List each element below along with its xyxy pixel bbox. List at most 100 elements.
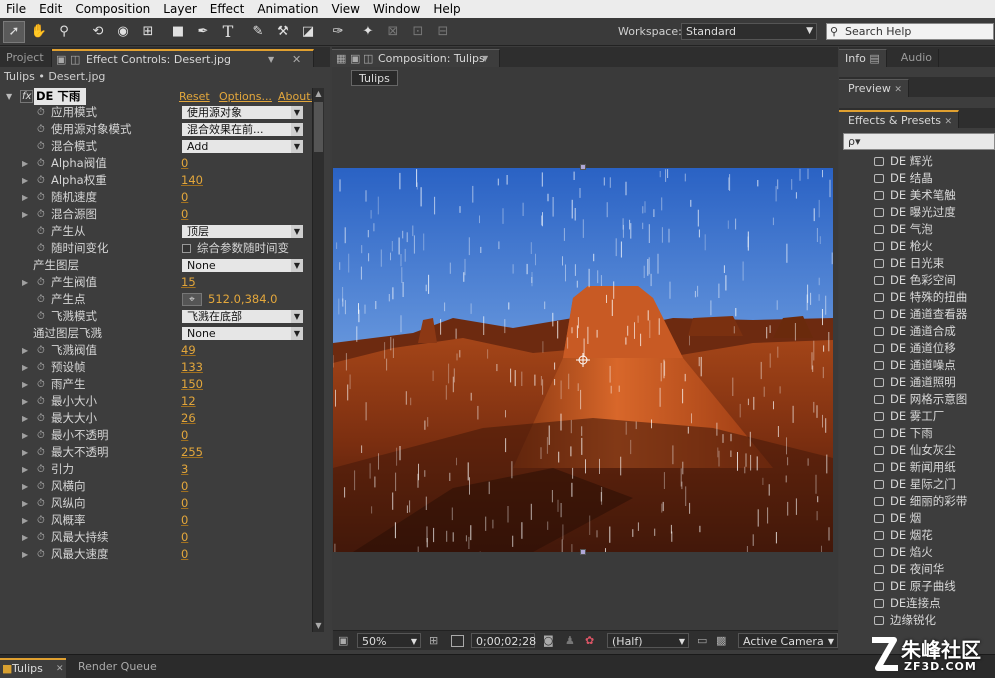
tab-timeline-tulips[interactable]: ■ Tulips ✕ [0,658,66,678]
fx-toggle-icon[interactable]: fx [20,90,34,103]
local-axis-icon[interactable]: ⊠ [382,21,404,43]
preset-list-item[interactable]: DE 枪火 [841,238,995,255]
layer-handle-top[interactable] [580,164,586,170]
world-axis-icon[interactable]: ⊡ [407,21,429,43]
zoom-tool-icon[interactable]: ⚲ [53,21,75,43]
twirl-right-icon[interactable]: ▶ [22,393,28,410]
resolution-select[interactable]: (Half) ▼ [607,633,689,648]
search-help-input[interactable]: ⚲ Search Help [826,23,994,40]
twirl-right-icon[interactable]: ▶ [22,376,28,393]
preset-list-item[interactable]: 边缘锐化 [841,612,995,629]
twirl-right-icon[interactable]: ▶ [22,359,28,376]
preset-list-item[interactable]: DE 仙女灰尘 [841,442,995,459]
param-dropdown[interactable]: None ▼ [182,327,303,340]
preset-list-item[interactable]: DE 通道位移 [841,340,995,357]
rotate-tool-icon[interactable]: ⟲ [87,21,109,43]
stopwatch-icon[interactable]: ⏱ [37,155,45,172]
param-dropdown[interactable]: 顶层 ▼ [182,225,303,238]
rectangle-mask-icon[interactable]: ■ [167,21,189,43]
menu-help[interactable]: Help [427,0,467,18]
tab-effect-controls[interactable]: ▣ ◫ Effect Controls: Desert.jpg ▼ ✕ [52,49,314,67]
eraser-icon[interactable]: ◪ [297,21,319,43]
preset-list-item[interactable]: DE 色彩空间 [841,272,995,289]
close-icon[interactable]: ✕ [56,660,64,678]
layer-handle-bottom[interactable] [580,549,586,555]
preset-list-item[interactable]: DE 烟 [841,510,995,527]
tab-effects-presets[interactable]: Effects & Presets ✕ [839,110,960,128]
preset-list-item[interactable]: DE 烟花 [841,527,995,544]
preset-list-item[interactable]: DE 星际之门 [841,476,995,493]
stopwatch-icon[interactable]: ⏱ [37,393,45,410]
tab-project[interactable]: Project [0,49,52,67]
view-axis-icon[interactable]: ⊟ [432,21,454,43]
stopwatch-icon[interactable]: ⏱ [37,104,45,121]
param-value[interactable]: 0 [181,206,188,223]
menu-view[interactable]: View [326,0,367,18]
close-icon[interactable]: ✕ [292,51,301,69]
options-link[interactable]: Options... [219,88,272,105]
preset-list-item[interactable]: DE 通道噪点 [841,357,995,374]
puppet-pin-icon[interactable]: ✦ [357,21,379,43]
twirl-right-icon[interactable]: ▶ [22,478,28,495]
twirl-right-icon[interactable]: ▶ [22,495,28,512]
stopwatch-icon[interactable]: ⏱ [37,546,45,563]
twirl-right-icon[interactable]: ▶ [22,546,28,563]
tab-render-queue[interactable]: Render Queue [70,658,157,678]
param-dropdown[interactable]: Add ▼ [182,140,303,153]
stopwatch-icon[interactable]: ⏱ [37,138,45,155]
twirl-right-icon[interactable]: ▶ [22,427,28,444]
preset-list-item[interactable]: DE 新闻用纸 [841,459,995,476]
menu-composition[interactable]: Composition [69,0,157,18]
preset-list-item[interactable]: DE 夜间华 [841,561,995,578]
safe-zones-icon[interactable]: ⊞ [429,633,438,648]
menu-file[interactable]: File [0,0,33,18]
twirl-right-icon[interactable]: ▶ [22,206,28,223]
twirl-right-icon[interactable]: ▶ [22,172,28,189]
scroll-thumb[interactable] [314,102,323,152]
preset-list-item[interactable]: DE 下雨 [841,425,995,442]
zoom-select[interactable]: 50% ▼ [357,633,421,648]
channel-icon[interactable]: ✿ [585,633,594,648]
reset-link[interactable]: Reset [179,88,210,105]
twirl-right-icon[interactable]: ▶ [22,444,28,461]
tab-preview[interactable]: Preview ✕ [839,79,909,97]
param-value[interactable]: 26 [181,410,196,427]
preset-list-item[interactable]: DE 通道合成 [841,323,995,340]
preset-list-item[interactable]: DE 通道查看器 [841,306,995,323]
preset-list-item[interactable]: DE 日光束 [841,255,995,272]
stopwatch-icon[interactable]: ⏱ [37,121,45,138]
param-value[interactable]: 12 [181,393,196,410]
preset-list-item[interactable]: DE 细丽的彩带 [841,493,995,510]
preset-list-item[interactable]: DE 特殊的扭曲 [841,289,995,306]
composition-viewer-image[interactable] [333,168,833,552]
scroll-up-icon[interactable]: ▲ [313,88,324,100]
preset-list-item[interactable]: DE 辉光 [841,153,995,170]
stopwatch-icon[interactable]: ⏱ [37,308,45,325]
twirl-right-icon[interactable]: ▶ [22,342,28,359]
stopwatch-icon[interactable]: ⏱ [37,342,45,359]
stopwatch-icon[interactable]: ⏱ [37,478,45,495]
chevron-down-icon[interactable]: ▼ [482,50,488,68]
param-dropdown[interactable]: 使用源对象 ▼ [182,106,303,119]
preset-list-item[interactable]: DE 气泡 [841,221,995,238]
param-value[interactable]: 3 [181,461,188,478]
preset-list-item[interactable]: DE 通道照明 [841,374,995,391]
type-tool-icon[interactable]: T [217,21,239,43]
preset-list-item[interactable]: DE 雾工厂 [841,408,995,425]
stopwatch-icon[interactable]: ⏱ [37,376,45,393]
menu-effect[interactable]: Effect [204,0,252,18]
param-dropdown[interactable]: None ▼ [182,259,303,272]
preset-list-item[interactable]: DE 焰火 [841,544,995,561]
preset-list-item[interactable]: DE 原子曲线 [841,578,995,595]
param-value[interactable]: 0 [181,155,188,172]
stopwatch-icon[interactable]: ⏱ [37,495,45,512]
stopwatch-icon[interactable]: ⏱ [37,512,45,529]
close-icon[interactable]: ✕ [894,85,902,95]
chevron-down-icon[interactable]: ▼ [268,51,274,69]
param-value[interactable]: 49 [181,342,196,359]
param-value[interactable]: 0 [181,478,188,495]
stopwatch-icon[interactable]: ⏱ [37,461,45,478]
stopwatch-icon[interactable]: ⏱ [37,410,45,427]
stopwatch-icon[interactable]: ⏱ [37,240,45,257]
tab-audio[interactable]: Audio [887,49,939,67]
